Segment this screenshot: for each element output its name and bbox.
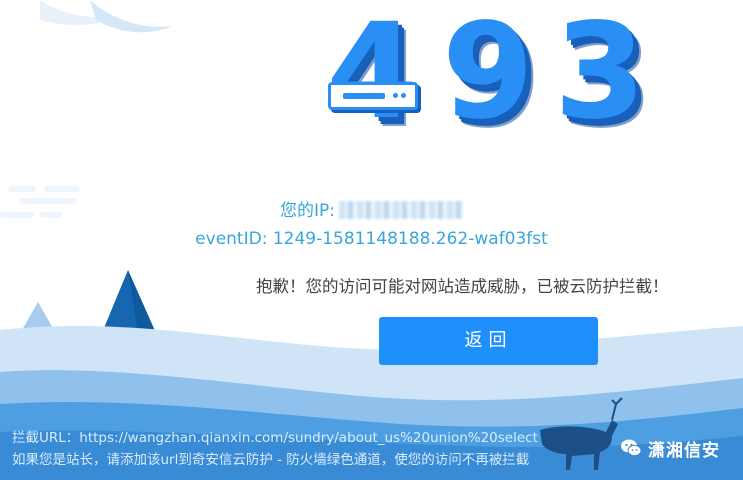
error-code-digit-1: 4 (326, 0, 418, 149)
back-button[interactable]: 返回 (379, 317, 598, 365)
mountain-small (22, 302, 54, 330)
event-id: eventID: 1249-1581148188.262-waf03fst (195, 229, 548, 249)
owner-hint: 如果您是站长，请添加该url到奇安信云防护 - 防火墙绿色通道，使您的访问不再被… (12, 452, 530, 468)
error-code: 4 9 3 (318, 4, 658, 140)
cloud-top-left-swirl (90, 0, 172, 33)
wechat-account-name: 潇湘信安 (648, 440, 720, 461)
error-code-digit-3: 3 (554, 0, 646, 149)
blocked-url: 拦截URL：https://wangzhan.qianxin.com/sundr… (12, 430, 538, 446)
server-icon (328, 82, 418, 110)
ip-row: 您的IP: (0, 196, 743, 221)
block-message: 抱歉！您的访问可能对网站造成威胁，已被云防护拦截！ (256, 277, 669, 296)
error-code-digit-2: 9 (442, 0, 534, 149)
ip-value-redacted (339, 201, 463, 219)
wechat-icon (621, 439, 642, 457)
ip-label: 您的IP: (280, 201, 335, 221)
wechat-watermark: 潇湘信安 (620, 434, 720, 462)
